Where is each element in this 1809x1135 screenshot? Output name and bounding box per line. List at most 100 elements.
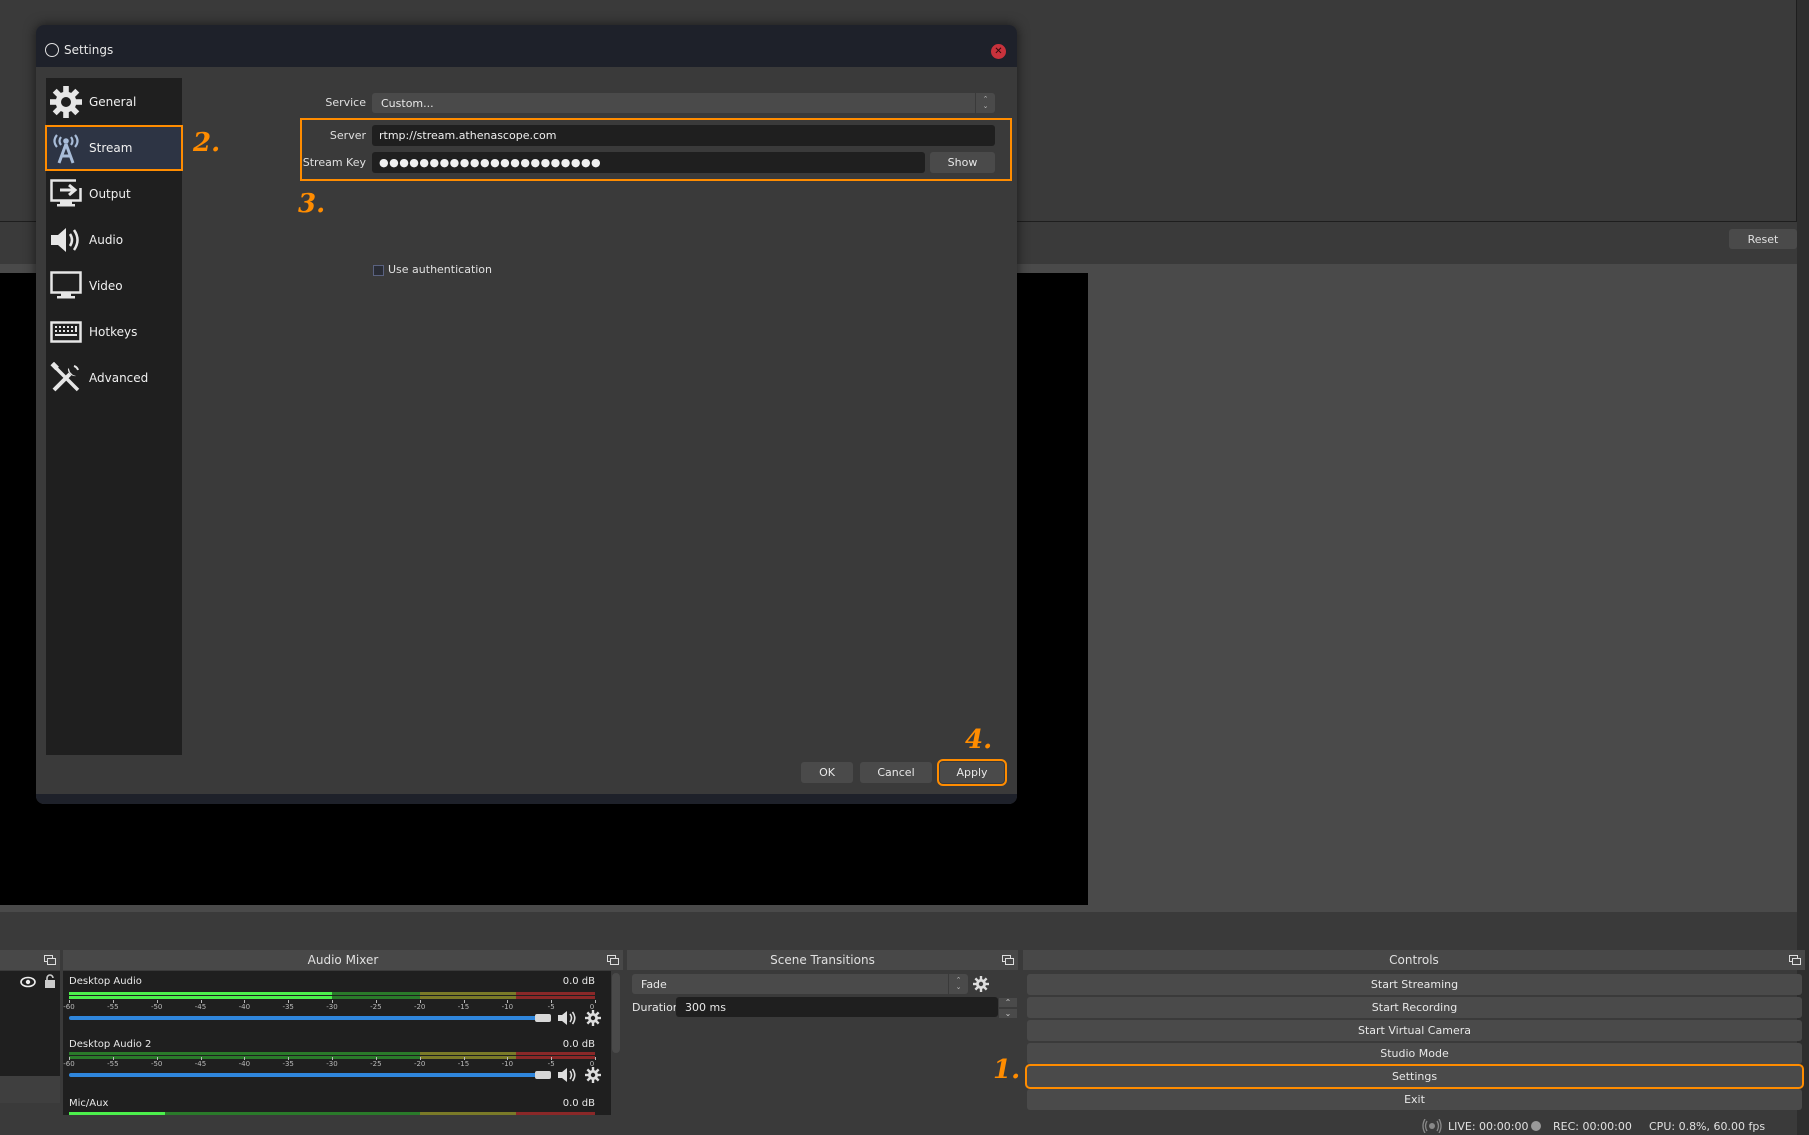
meter-zone <box>516 1112 595 1115</box>
float-dock-icon[interactable] <box>1789 955 1801 965</box>
meter-zone <box>419 1052 517 1055</box>
gear-icon[interactable] <box>585 1067 601 1083</box>
meter-zone <box>419 1112 517 1115</box>
mixer-channel: Desktop Audio 2 0.0 dB -60 -55 -50 -45 -40 -3… <box>63 1039 609 1097</box>
meter-ticks: -60 -55 -50 -45 -40 -35 -30 -25 -20 -15 -10 -5 0 <box>63 1000 596 1012</box>
sidebar-item-advanced[interactable]: Advanced <box>46 356 182 400</box>
sidebar-item-label: General <box>89 95 137 109</box>
transition-select[interactable]: Fade ⌃ ⌄ <box>632 974 968 994</box>
speaker-icon <box>49 223 83 257</box>
volume-slider-handle[interactable] <box>535 1014 551 1022</box>
speaker-icon[interactable] <box>557 1067 577 1083</box>
volume-slider[interactable] <box>69 1073 544 1077</box>
tick-label: -35 <box>282 1060 294 1068</box>
service-label: Service <box>325 96 366 109</box>
sidebar-item-audio[interactable]: Audio <box>46 218 182 262</box>
spinner-arrows-icon[interactable]: ⌃ ⌄ <box>975 93 995 113</box>
close-icon[interactable]: ✕ <box>991 44 1006 59</box>
tick-label: -40 <box>238 1003 251 1011</box>
use-authentication-label[interactable]: Use authentication <box>388 263 492 276</box>
controls-header: Controls <box>1023 950 1805 970</box>
tick-label: -60 <box>63 1060 75 1068</box>
meter-ticks: -60 -55 -50 -45 -40 -35 -30 -25 -20 -15 -10 -5 0 <box>63 1057 596 1069</box>
volume-slider[interactable] <box>69 1016 544 1020</box>
start-streaming-button[interactable]: Start Streaming <box>1027 974 1802 995</box>
volume-meter <box>69 1112 595 1115</box>
sidebar-item-label: Advanced <box>89 371 149 385</box>
gear-icon <box>973 976 989 992</box>
sidebar-item-video[interactable]: Video <box>46 264 182 308</box>
float-dock-icon[interactable] <box>44 955 56 965</box>
duration-input[interactable]: 300 ms <box>676 997 998 1017</box>
tick-label: -25 <box>370 1003 382 1011</box>
antenna-icon <box>49 131 83 165</box>
apply-button[interactable]: Apply <box>937 759 1007 786</box>
server-input[interactable]: rtmp://stream.athenascope.com <box>372 125 995 146</box>
sidebar-item-output[interactable]: Output <box>46 172 182 216</box>
volume-slider-handle[interactable] <box>535 1071 551 1079</box>
tick-label: -35 <box>282 1003 294 1011</box>
reset-button[interactable]: Reset <box>1729 229 1797 249</box>
eye-icon[interactable] <box>20 976 36 988</box>
tick-label: -15 <box>457 1060 470 1068</box>
sidebar-item-label: Video <box>89 279 123 293</box>
tick-label: -5 <box>547 1060 555 1068</box>
chevron-up-icon[interactable]: ⌃ <box>998 997 1018 1008</box>
chevron-down-icon[interactable]: ⌄ <box>998 1008 1018 1019</box>
spinner-arrows-icon[interactable]: ⌃ ⌄ <box>948 974 968 994</box>
live-broadcast-icon <box>1422 1119 1442 1133</box>
gear-icon[interactable] <box>585 1010 601 1026</box>
studio-mode-button[interactable]: Studio Mode <box>1027 1043 1802 1064</box>
sidebar-item-label: Hotkeys <box>89 325 138 339</box>
monitor-icon <box>49 269 83 303</box>
start-recording-button[interactable]: Start Recording <box>1027 997 1802 1018</box>
sidebar-item-hotkeys[interactable]: Hotkeys <box>46 310 182 354</box>
transition-value: Fade <box>641 977 667 991</box>
record-dot-icon <box>1531 1121 1541 1131</box>
sidebar-item-label: Output <box>89 187 131 201</box>
tick-label: -55 <box>107 1003 119 1011</box>
sidebar-item-general[interactable]: General <box>46 80 182 124</box>
float-dock-icon[interactable] <box>1002 955 1014 965</box>
tick-label: -25 <box>370 1060 382 1068</box>
meter-zone <box>516 996 595 999</box>
tick-label: -10 <box>501 1060 514 1068</box>
ok-button[interactable]: OK <box>801 762 853 783</box>
duration-value: 300 ms <box>685 1000 726 1014</box>
dialog-titlebar[interactable]: Settings ✕ <box>36 25 1017 67</box>
show-key-button[interactable]: Show <box>930 152 995 173</box>
tick-label: -45 <box>194 1060 207 1068</box>
use-authentication-checkbox[interactable] <box>373 265 384 276</box>
meter-zone <box>516 1052 595 1055</box>
tick-label: -45 <box>194 1003 207 1011</box>
mixer-channel: Mic/Aux 0.0 dB <box>69 1098 609 1115</box>
annotation-step-3: 3. <box>298 189 326 219</box>
tick-label: -15 <box>457 1003 470 1011</box>
channel-db: 0.0 dB <box>562 1039 595 1050</box>
channel-db: 0.0 dB <box>562 976 595 987</box>
duration-spinner[interactable]: ⌃ ⌄ <box>998 997 1018 1019</box>
tick-label: -60 <box>63 1003 75 1011</box>
sidebar-item-stream[interactable]: Stream <box>45 125 183 171</box>
unlock-icon[interactable] <box>44 974 56 988</box>
obs-logo-icon <box>45 43 59 57</box>
transition-properties-button[interactable] <box>971 974 991 994</box>
sources-toolbar <box>0 1076 60 1103</box>
mixer-scrollbar[interactable] <box>612 973 620 1053</box>
stream-key-input[interactable]: ●●●●●●●●●●●●●●●●●●●●●● <box>372 152 925 173</box>
start-virtual-camera-button[interactable]: Start Virtual Camera <box>1027 1020 1802 1041</box>
annotation-step-1: 1. <box>993 1055 1021 1085</box>
settings-dialog: Settings ✕ General Stream Output Audio V… <box>36 25 1017 804</box>
stream-key-label: Stream Key <box>302 156 366 169</box>
speaker-icon[interactable] <box>557 1010 577 1026</box>
cancel-button[interactable]: Cancel <box>860 762 932 783</box>
mixer-channel: Desktop Audio 0.0 dB -60 -55 -50 -45 -40 -35 -… <box>63 976 609 1036</box>
float-dock-icon[interactable] <box>607 955 619 965</box>
sources-list[interactable] <box>0 971 60 1076</box>
exit-button[interactable]: Exit <box>1027 1089 1802 1110</box>
sidebar-item-label: Audio <box>89 233 124 247</box>
dock-separator <box>0 912 1797 946</box>
scene-transitions-title: Scene Transitions <box>770 953 875 967</box>
settings-button[interactable]: Settings <box>1025 1064 1804 1089</box>
service-select[interactable]: Custom... ⌃ ⌄ <box>372 93 995 113</box>
